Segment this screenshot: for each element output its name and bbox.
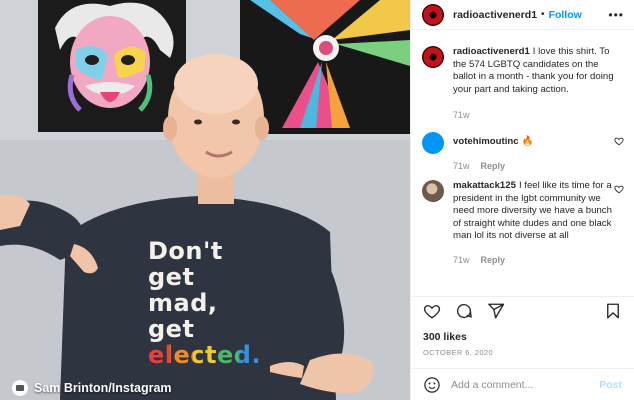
list-item: makattack125 I feel like its time for a p… [422,180,626,267]
shirt-line-1: Don't [148,237,223,265]
shirt-line-3: mad, [148,289,218,317]
follow-button[interactable]: Follow [549,9,582,21]
comment-username[interactable]: makattack125 [453,180,516,191]
list-item: radioactivenerd1 I love this shirt. To th… [422,46,626,132]
photo-credit: Sam Brinton/Instagram [12,380,172,396]
comment-username[interactable]: votehimoutinc [453,136,519,147]
comment-body: votehimoutinc 🔥 71w Reply [453,132,617,180]
einstein-painting [38,0,186,132]
comment-text: 🔥 [521,136,534,147]
share-icon[interactable] [487,302,505,320]
reply-button[interactable]: Reply [481,160,506,173]
header-separator: • [541,9,545,20]
comment-meta: 71w [453,109,617,122]
post-button[interactable]: Post [599,379,622,391]
list-item: votehimoutinc 🔥 71w Reply [422,132,626,180]
avatar[interactable] [422,180,444,202]
comment-time[interactable]: 71w [453,160,470,173]
comment-username[interactable]: radioactivenerd1 [453,46,530,57]
radiation-painting [240,0,410,134]
reply-button[interactable]: Reply [481,254,506,267]
heart-icon[interactable] [614,136,624,146]
comments-list: radioactivenerd1 I love this shirt. To th… [422,46,626,267]
heart-icon[interactable] [614,184,624,194]
header-username[interactable]: radioactivenerd1 [453,9,537,21]
photo-credit-text: Sam Brinton/Instagram [34,381,172,395]
avatar[interactable] [422,132,444,154]
shirt-line-2: get [148,263,195,291]
emoji-icon[interactable] [423,376,441,394]
more-horizontal-icon[interactable]: ••• [608,8,624,22]
avatar[interactable] [422,3,444,26]
heart-icon[interactable] [423,302,441,320]
post-side-panel: radioactivenerd1 • Follow ••• radioactiv… [410,0,634,400]
comment-body: makattack125 I feel like its time for a p… [453,180,617,267]
comment-icon[interactable] [455,302,473,320]
shirt-text: Don't get mad, get elected. [148,238,261,368]
likes-count[interactable]: 300 likes [423,331,467,343]
comment-meta: 71w Reply [453,160,617,173]
shirt-line-5: elected. [148,341,262,369]
bookmark-icon[interactable] [604,302,622,320]
comment-time[interactable]: 71w [453,109,470,122]
comment-composer: Post [411,368,634,400]
shirt-line-4: get [148,315,195,343]
comment-input[interactable] [451,378,591,391]
comment-meta: 71w Reply [453,254,617,267]
camera-icon [12,380,28,396]
post-header: radioactivenerd1 • Follow ••• [411,0,634,30]
post-photo[interactable]: Don't get mad, get elected. Sam Brinton/… [0,0,410,400]
comment-time[interactable]: 71w [453,254,470,267]
avatar[interactable] [422,46,444,68]
action-bar [411,296,634,324]
post-date[interactable]: OCTOBER 6, 2020 [423,348,493,357]
comment-body: radioactivenerd1 I love this shirt. To th… [453,46,617,132]
